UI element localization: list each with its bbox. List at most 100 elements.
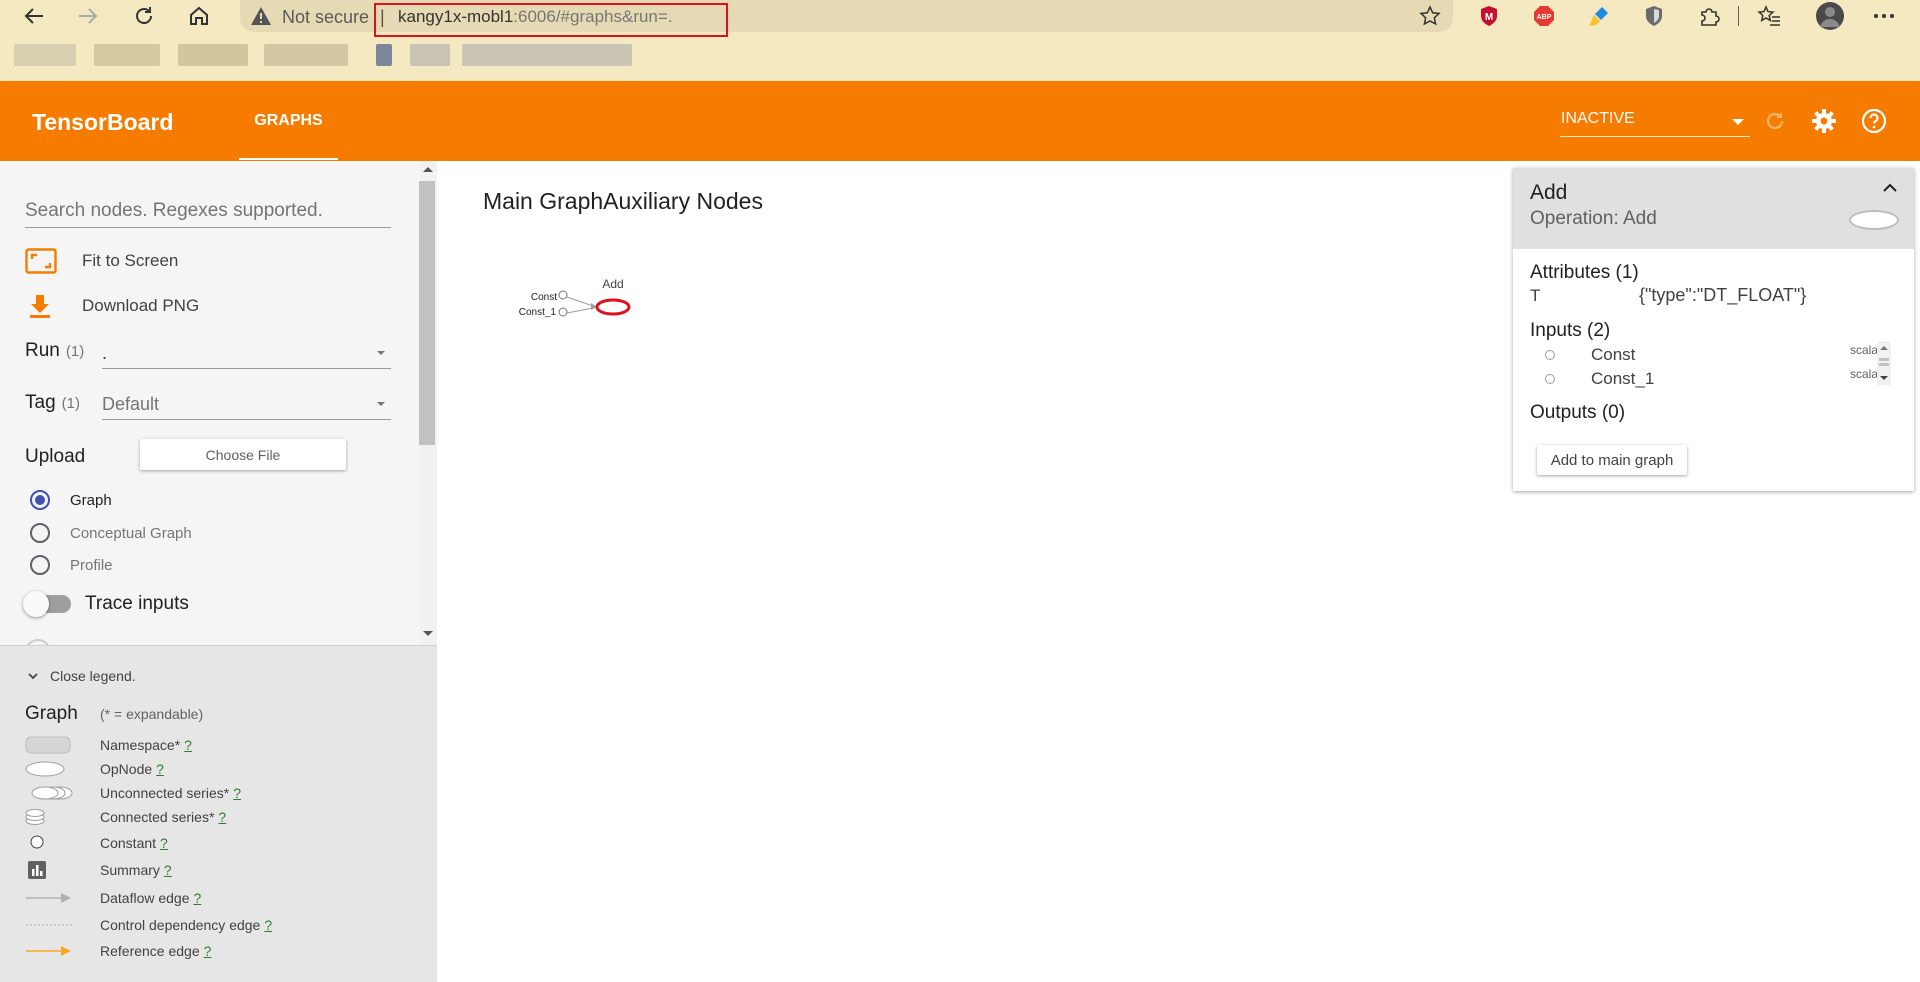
- sidebar: Fit to Screen Download PNG Run (1) . Tag (…: [0, 161, 437, 982]
- download-icon: [30, 295, 50, 318]
- graph-diagram[interactable]: Add Const Const_1: [513, 273, 633, 323]
- legend-item: Namespace*?: [0, 734, 437, 756]
- help-button[interactable]: [1860, 107, 1888, 135]
- legend-help-link[interactable]: ?: [164, 862, 172, 878]
- bookmark-item[interactable]: [14, 44, 76, 66]
- bookmark-folder[interactable]: [178, 44, 248, 66]
- run-label-text: Run: [25, 340, 60, 361]
- tag-count: (1): [61, 395, 80, 412]
- add-to-main-graph-button[interactable]: Add to main graph: [1537, 445, 1687, 475]
- browser-menu-button[interactable]: [1872, 4, 1896, 28]
- toggle-switch[interactable]: [23, 591, 71, 617]
- bitwarden-extension[interactable]: [1642, 4, 1666, 28]
- const-1-node[interactable]: [558, 307, 568, 317]
- chevron-up-icon[interactable]: [1882, 182, 1898, 194]
- choose-file-button[interactable]: Choose File: [140, 439, 346, 470]
- input-name: Const_1: [1591, 369, 1655, 388]
- constant-icon: [30, 835, 44, 849]
- bookmark-item[interactable]: [410, 44, 450, 66]
- legend-help-link[interactable]: ?: [204, 943, 212, 959]
- radio-checked-icon: [30, 490, 50, 510]
- search-nodes-input[interactable]: [25, 194, 391, 228]
- radio-graph[interactable]: Graph: [30, 490, 112, 510]
- constant-icon: [1545, 350, 1555, 360]
- favorite-star-icon[interactable]: [1419, 5, 1441, 27]
- legend-subtitle: (* = expandable): [100, 706, 204, 722]
- legend-help-link[interactable]: ?: [194, 890, 202, 906]
- close-legend-label: Close legend.: [50, 668, 136, 684]
- node-name: Add: [1530, 181, 1568, 204]
- radio-conceptual-graph[interactable]: Conceptual Graph: [30, 523, 192, 543]
- tag-dropdown[interactable]: Default: [102, 388, 391, 420]
- attribute-value: {"type":"DT_FLOAT"}: [1639, 285, 1807, 305]
- profile-avatar[interactable]: [1815, 1, 1845, 31]
- sidebar-scroll-thumb[interactable]: [419, 181, 435, 445]
- inputs-scrollbar[interactable]: [1877, 341, 1891, 385]
- back-button[interactable]: [21, 3, 47, 29]
- home-button[interactable]: [186, 3, 212, 29]
- adblock-extension[interactable]: ABP: [1532, 4, 1556, 28]
- const-node[interactable]: [558, 290, 568, 300]
- favorites-button[interactable]: [1757, 4, 1781, 28]
- active-tab-indicator: [239, 158, 338, 160]
- forward-button[interactable]: [75, 3, 101, 29]
- puzzle-icon: [1701, 8, 1720, 26]
- info-card-header: Add Operation: Add: [1513, 168, 1914, 249]
- radio-profile[interactable]: Profile: [30, 555, 113, 575]
- constant-icon: [1545, 374, 1555, 384]
- warning-icon: [251, 7, 271, 25]
- input-row[interactable]: Const scalar: [1545, 343, 1905, 367]
- legend-help-link[interactable]: ?: [233, 785, 241, 801]
- legend-label: Dataflow edge?: [100, 890, 201, 906]
- more-dots-icon: [1874, 14, 1894, 18]
- dropdown-caret-icon: [377, 402, 385, 406]
- outputs-heading: Outputs (0): [1530, 402, 1626, 423]
- settings-button[interactable]: [1810, 107, 1838, 135]
- extensions-button[interactable]: [1697, 4, 1721, 28]
- browser-chrome: Not secure | kangy1x-mobl1:6006/#graphs&…: [0, 0, 1920, 81]
- scroll-down-arrow-icon[interactable]: [423, 631, 433, 636]
- refresh-button[interactable]: [1761, 107, 1789, 135]
- forward-arrow-icon: [79, 8, 98, 24]
- download-png-button[interactable]: Download PNG: [25, 290, 199, 322]
- tab-graphs[interactable]: GRAPHS: [239, 81, 338, 161]
- legend-label-text: Namespace*: [100, 737, 181, 753]
- control-edge-icon: [26, 924, 72, 926]
- bookmark-folder[interactable]: [264, 44, 348, 66]
- fit-to-screen-button[interactable]: Fit to Screen: [25, 245, 178, 277]
- legend-help-link[interactable]: ?: [184, 737, 192, 753]
- brush-extension[interactable]: [1587, 4, 1611, 28]
- scroll-up-arrow-icon[interactable]: [423, 167, 433, 172]
- legend-label: Connected series*?: [100, 809, 226, 825]
- bookmark-folder[interactable]: [94, 44, 160, 66]
- mcafee-extension[interactable]: M: [1477, 4, 1501, 28]
- legend-item: Dataflow edge?: [0, 887, 437, 909]
- legend-help-link[interactable]: ?: [264, 917, 272, 933]
- legend-help-link[interactable]: ?: [160, 835, 168, 851]
- close-legend-toggle[interactable]: Close legend.: [28, 668, 136, 684]
- tag-dropdown-value: Default: [102, 394, 160, 414]
- reload-button[interactable]: [131, 3, 157, 29]
- dataflow-edge: [566, 296, 594, 307]
- legend-item: OpNode?: [0, 758, 437, 780]
- node-label-const-1: Const_1: [519, 307, 557, 318]
- legend-help-link[interactable]: ?: [218, 809, 226, 825]
- trace-inputs-toggle[interactable]: Trace inputs: [23, 591, 189, 617]
- reload-status-dropdown[interactable]: INACTIVE: [1560, 105, 1750, 137]
- reload-status-value: INACTIVE: [1561, 110, 1635, 127]
- legend-label-text: Summary: [100, 862, 160, 878]
- input-row[interactable]: Const_1 scalar: [1545, 367, 1905, 391]
- fit-screen-icon: [25, 248, 57, 274]
- add-node-selected[interactable]: [595, 298, 631, 316]
- brush-icon: [1589, 7, 1608, 26]
- run-dropdown[interactable]: .: [102, 337, 391, 369]
- legend-help-link[interactable]: ?: [156, 761, 164, 777]
- gear-icon: [1812, 109, 1836, 133]
- refresh-icon: [1766, 112, 1784, 130]
- attribute-key: T: [1530, 286, 1541, 305]
- bookmark-item[interactable]: [376, 44, 392, 66]
- scroll-arrows-icon: [1879, 346, 1889, 380]
- tag-label: Tag (1): [25, 392, 80, 414]
- bookmark-item[interactable]: [462, 44, 632, 66]
- dropdown-caret-icon: [377, 351, 385, 355]
